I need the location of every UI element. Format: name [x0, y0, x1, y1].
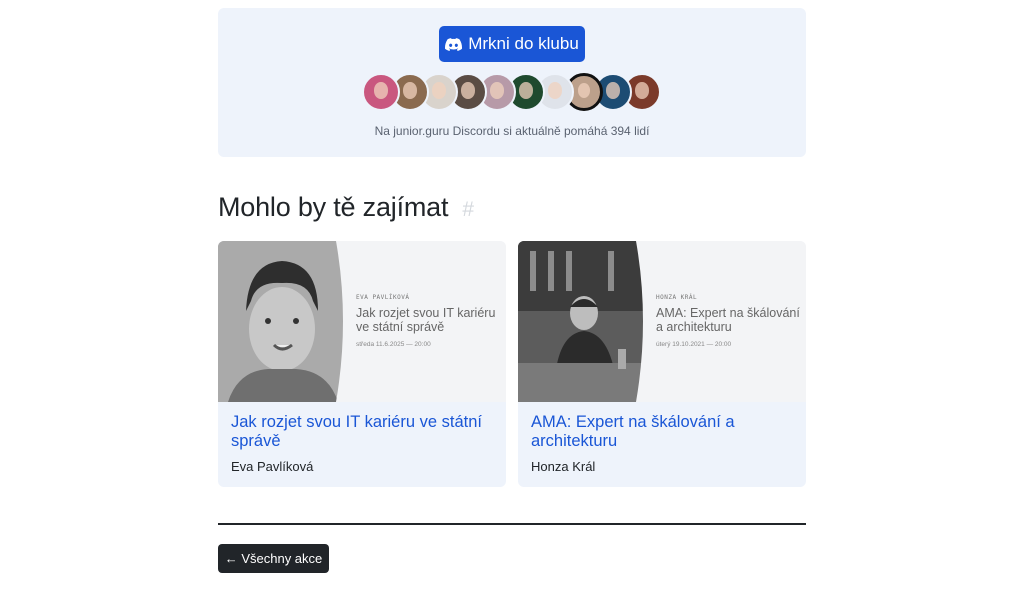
event-card-image: Eva Pavlíková Jak rozjet svou IT kariéru…	[218, 241, 506, 402]
event-card[interactable]: Honza Král AMA: Expert na škálování a ar…	[518, 241, 806, 487]
anchor-link[interactable]: #	[462, 198, 474, 221]
event-speaker: Eva Pavlíková	[231, 459, 314, 474]
section-heading: Mohlo by tě zajímat #	[218, 192, 474, 223]
member-avatars	[362, 73, 661, 111]
speaker-photo	[518, 241, 646, 402]
caption-title: AMA: Expert na škálování a architekturu	[656, 306, 800, 334]
discord-icon	[445, 37, 463, 51]
event-card-image: Honza Král AMA: Expert na škálování a ar…	[518, 241, 806, 402]
divider	[218, 523, 806, 525]
caption-title: Jak rozjet svou IT kariéru ve státní spr…	[356, 306, 496, 334]
event-card-caption: Honza Král AMA: Expert na škálování a ar…	[656, 294, 801, 348]
event-speaker: Honza Král	[531, 459, 596, 474]
event-card-caption: Eva Pavlíková Jak rozjet svou IT kariéru…	[356, 294, 501, 348]
caption-speaker: Eva Pavlíková	[356, 294, 410, 301]
caption-date: úterý 19.10.2021 — 20:00	[656, 341, 732, 348]
event-title-link[interactable]: AMA: Expert na škálování a architekturu	[531, 413, 796, 451]
club-member-count: Na junior.guru Discordu si aktuálně pomá…	[374, 124, 650, 138]
speaker-photo	[218, 241, 346, 402]
avatar-1	[362, 73, 400, 111]
section-title: Mohlo by tě zajímat	[218, 192, 449, 222]
discord-club-box: Mrkni do klubu Na junior.guru Discordu s…	[218, 8, 806, 157]
event-title-link[interactable]: Jak rozjet svou IT kariéru ve státní spr…	[231, 413, 496, 451]
event-card[interactable]: Eva Pavlíková Jak rozjet svou IT kariéru…	[218, 241, 506, 487]
all-events-button[interactable]: ← Všechny akce	[218, 544, 329, 573]
caption-date: středa 11.6.2025 — 20:00	[356, 341, 431, 348]
club-button-label: Mrkni do klubu	[468, 34, 579, 53]
club-button[interactable]: Mrkni do klubu	[439, 26, 585, 62]
caption-speaker: Honza Král	[656, 294, 698, 301]
